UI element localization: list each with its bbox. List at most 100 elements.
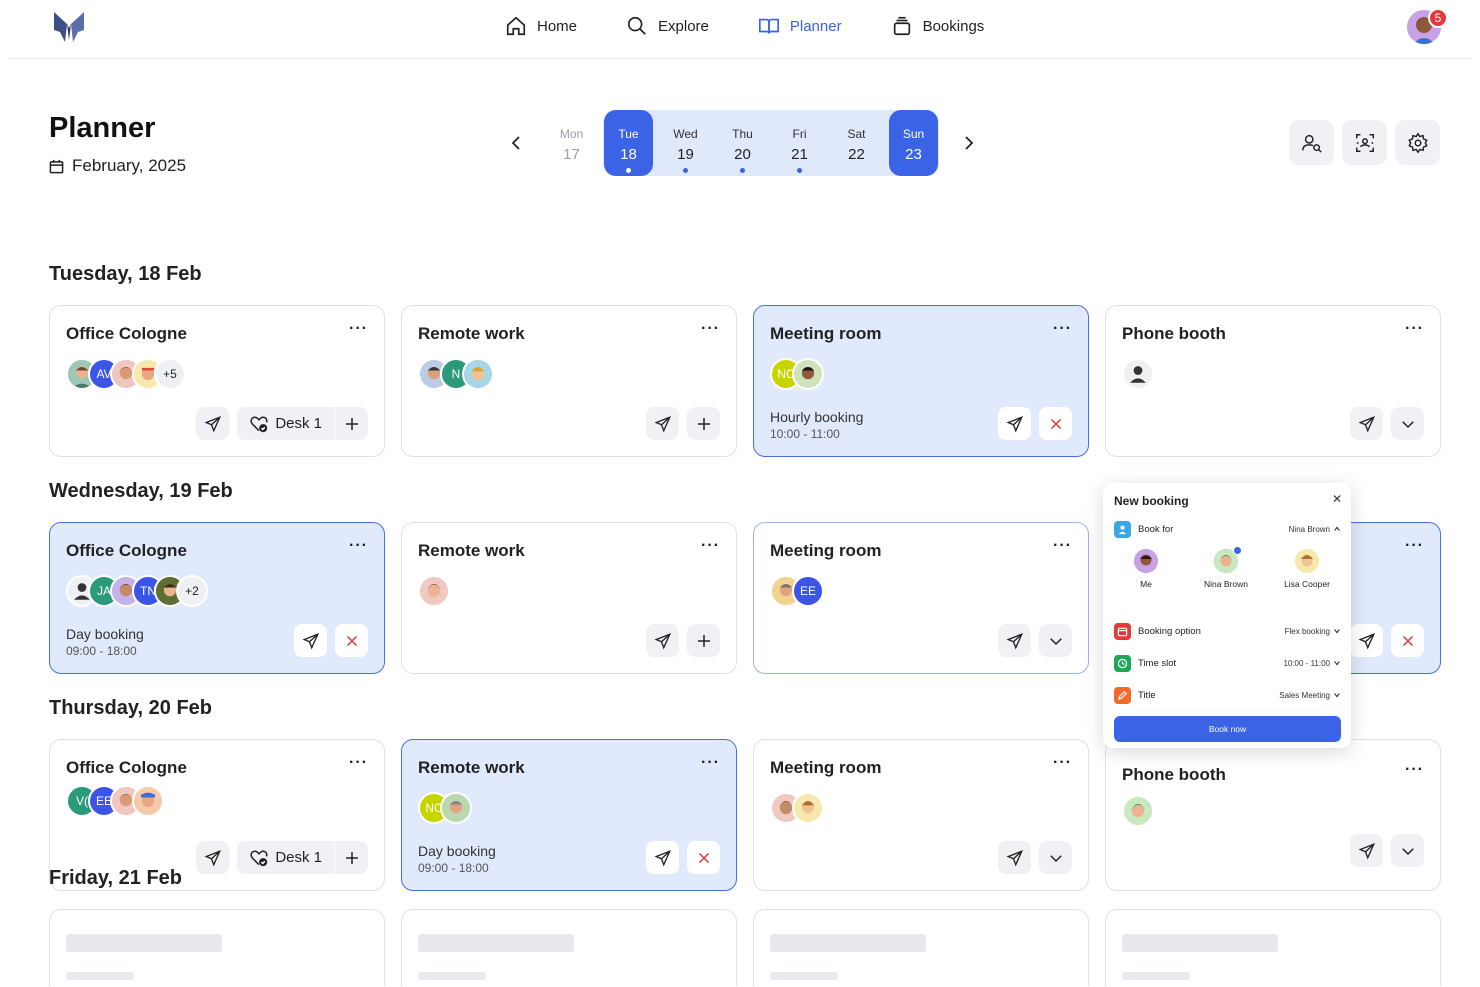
- card-phone-booth[interactable]: Phone booth ···: [1105, 739, 1441, 891]
- desk-button[interactable]: Desk 1: [237, 841, 335, 874]
- add-button[interactable]: [335, 841, 368, 874]
- more-options-icon[interactable]: ···: [1405, 320, 1424, 338]
- send-button[interactable]: [998, 624, 1031, 657]
- desk-button[interactable]: Desk 1: [237, 407, 335, 440]
- card-office-cologne[interactable]: Office Cologne ··· AV +5 Desk 1: [49, 305, 385, 457]
- card-meeting-room[interactable]: Meeting room ··· EE: [753, 522, 1089, 674]
- send-button[interactable]: [1350, 624, 1383, 657]
- attendee-avatars[interactable]: [418, 575, 450, 607]
- day-sat[interactable]: Sat 22: [828, 110, 885, 176]
- booking-option-dropdown[interactable]: Flex booking: [1285, 627, 1341, 636]
- attendee-avatars[interactable]: [770, 792, 824, 824]
- person-name: Me: [1140, 579, 1152, 589]
- time-slot-row[interactable]: Time slot 10:00 - 11:00: [1114, 654, 1341, 672]
- nav-planner[interactable]: Planner: [758, 16, 842, 36]
- more-options-icon[interactable]: ···: [349, 537, 368, 555]
- day-fri[interactable]: Fri 21: [771, 110, 828, 176]
- nav-explore[interactable]: Explore: [626, 16, 709, 36]
- card-actions: [646, 841, 720, 874]
- more-options-icon[interactable]: ···: [1053, 754, 1072, 772]
- close-popup-button[interactable]: ✕: [1332, 492, 1342, 506]
- plus-icon: [697, 634, 710, 647]
- more-options-icon[interactable]: ···: [1053, 537, 1072, 555]
- send-button[interactable]: [1350, 407, 1383, 440]
- card-meeting-room[interactable]: Meeting room ···: [753, 739, 1089, 891]
- book-for-row[interactable]: Book for Nina Brown: [1114, 520, 1341, 538]
- time-slot-dropdown[interactable]: 10:00 - 11:00: [1283, 659, 1341, 668]
- send-button[interactable]: [646, 624, 679, 657]
- send-button[interactable]: [294, 624, 327, 657]
- send-button[interactable]: [646, 407, 679, 440]
- send-button[interactable]: [998, 407, 1031, 440]
- card-office-cologne[interactable]: Office Cologne ··· JA TN +2 Day booking …: [49, 522, 385, 674]
- card-meeting-room[interactable]: Meeting room ··· NC Hourly booking 10:00…: [753, 305, 1089, 457]
- more-options-icon[interactable]: ···: [701, 754, 720, 772]
- booking-option-label: Booking option: [1138, 625, 1201, 637]
- next-week-button[interactable]: [948, 123, 988, 163]
- nav-home[interactable]: Home: [505, 16, 577, 36]
- person-memoji-icon: [1124, 797, 1152, 825]
- day-thu[interactable]: Thu 20: [714, 110, 771, 176]
- cancel-booking-button[interactable]: [335, 624, 368, 657]
- attendee-avatars[interactable]: N: [418, 358, 494, 390]
- expand-button[interactable]: [1391, 834, 1424, 867]
- day-mon[interactable]: Mon 17: [543, 110, 600, 176]
- more-options-icon[interactable]: ···: [349, 320, 368, 338]
- attendee-avatars[interactable]: EE: [770, 575, 824, 607]
- title-dropdown[interactable]: Sales Meeting: [1279, 691, 1341, 700]
- cancel-booking-button[interactable]: [687, 841, 720, 874]
- card-remote-work[interactable]: Remote work ··· NC Day booking 09:00 - 1…: [401, 739, 737, 891]
- card-actions: [1350, 834, 1424, 867]
- cancel-booking-button[interactable]: [1039, 407, 1072, 440]
- booking-option-row[interactable]: Booking option Flex booking: [1114, 622, 1341, 640]
- add-button[interactable]: [687, 407, 720, 440]
- person-option-me[interactable]: Me: [1116, 549, 1176, 589]
- card-phone-booth[interactable]: Phone booth ···: [1105, 305, 1441, 457]
- book-now-button[interactable]: Book now: [1114, 716, 1341, 742]
- title-row[interactable]: Title Sales Meeting: [1114, 686, 1341, 704]
- expand-button[interactable]: [1391, 407, 1424, 440]
- attendee-avatars[interactable]: NC: [770, 358, 824, 390]
- send-button[interactable]: [1350, 834, 1383, 867]
- more-options-icon[interactable]: ···: [701, 537, 720, 555]
- user-avatar-button[interactable]: 5: [1407, 8, 1448, 44]
- add-button[interactable]: [335, 407, 368, 440]
- person-option-nina-brown[interactable]: Nina Brown: [1196, 546, 1256, 589]
- nav-bookings[interactable]: Bookings: [891, 16, 984, 36]
- more-options-icon[interactable]: ···: [1405, 761, 1424, 779]
- day-wed[interactable]: Wed 19: [657, 110, 714, 176]
- send-button[interactable]: [998, 841, 1031, 874]
- attendee-avatars[interactable]: [1122, 795, 1154, 827]
- scan-button[interactable]: [1342, 120, 1387, 165]
- add-button[interactable]: [687, 624, 720, 657]
- prev-week-button[interactable]: [497, 123, 537, 163]
- cancel-booking-button[interactable]: [1391, 624, 1424, 657]
- send-button[interactable]: [196, 841, 230, 874]
- day-sun[interactable]: Sun 23: [889, 110, 938, 176]
- month-picker[interactable]: February, 2025: [49, 156, 186, 176]
- settings-button[interactable]: [1395, 120, 1440, 165]
- send-button[interactable]: [196, 407, 230, 440]
- book-for-dropdown[interactable]: Nina Brown: [1289, 525, 1341, 534]
- more-options-icon[interactable]: ···: [1053, 320, 1072, 338]
- card-remote-work[interactable]: Remote work ···: [401, 522, 737, 674]
- attendee-avatars[interactable]: AV +5: [66, 358, 186, 390]
- find-colleague-button[interactable]: [1289, 120, 1334, 165]
- attendee-avatars[interactable]: NC: [418, 792, 472, 824]
- more-options-icon[interactable]: ···: [349, 754, 368, 772]
- attendee-avatars[interactable]: JA TN +2: [66, 575, 208, 607]
- expand-button[interactable]: [1039, 841, 1072, 874]
- attendee-avatars[interactable]: V( EE: [66, 785, 164, 817]
- butterfly-logo-icon[interactable]: [51, 10, 87, 44]
- more-options-icon[interactable]: ···: [701, 320, 720, 338]
- chevron-down-icon: [1334, 629, 1340, 634]
- more-options-icon[interactable]: ···: [1405, 537, 1424, 555]
- day-tue[interactable]: Tue 18: [604, 110, 653, 176]
- card-actions: [998, 841, 1072, 874]
- person-option-lisa-cooper[interactable]: Lisa Cooper: [1277, 549, 1337, 589]
- card-remote-work[interactable]: Remote work ··· N: [401, 305, 737, 457]
- attendee-avatars[interactable]: [1122, 358, 1154, 390]
- send-button[interactable]: [646, 841, 679, 874]
- nav-explore-label: Explore: [658, 17, 709, 35]
- expand-button[interactable]: [1039, 624, 1072, 657]
